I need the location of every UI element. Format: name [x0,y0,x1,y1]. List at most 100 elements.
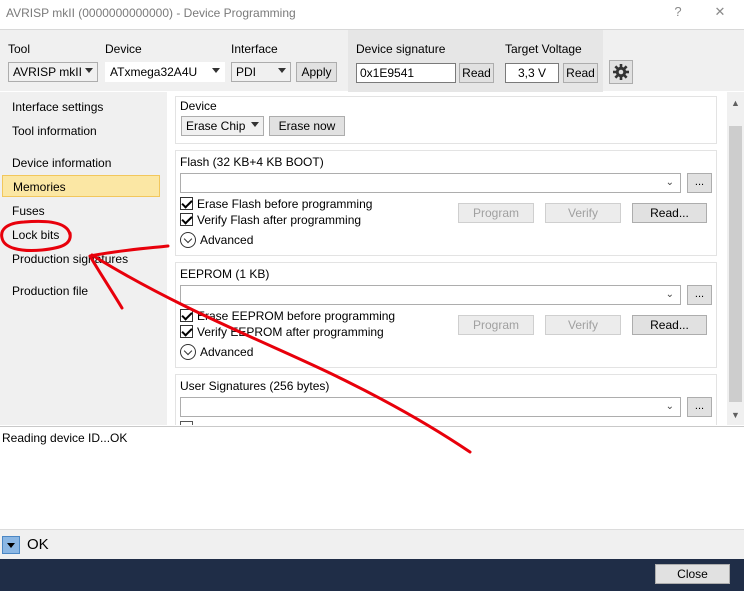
device-select[interactable]: ATxmega32A4U [105,62,225,82]
status-bar: OK [0,529,744,559]
expand-icon [180,232,196,248]
device-select-value: ATxmega32A4U [110,65,198,79]
flash-program-button[interactable]: Program [458,203,534,223]
toolbar: Tool AVRISP mkII Device ATxmega32A4U Int… [0,29,744,92]
chevron-down-icon: ⌄ [665,289,674,300]
sidebar-item-memories[interactable]: Memories [2,175,160,197]
eeprom-erase-checkbox[interactable]: Erase EEPROM before programming [180,309,395,325]
voltage-read-button[interactable]: Read [563,63,598,83]
close-window-button[interactable]: ✕ [710,4,730,22]
device-group-title: Device [180,99,217,113]
flash-advanced-toggle[interactable]: Advanced [180,232,253,250]
tool-select-value: AVRISP mkII [13,65,82,79]
sidebar-item-label: Fuses [12,204,45,218]
apply-button[interactable]: Apply [296,62,337,82]
eeprom-verify-button[interactable]: Verify [545,315,621,335]
memories-panel: Device Erase Chip Erase now Flash (32 KB… [167,92,727,425]
eeprom-browse-button[interactable]: ... [687,285,712,305]
target-voltage-field[interactable]: 3,3 V [505,63,559,83]
interface-label: Interface [231,42,278,56]
window-title: AVRISP mkII (0000000000000) - Device Pro… [6,6,296,20]
sidebar-item-lock-bits[interactable]: Lock bits [2,224,160,246]
device-signature-label: Device signature [356,42,446,56]
flash-browse-button[interactable]: ... [687,173,712,193]
checkbox-checked-icon [180,213,193,226]
close-button[interactable]: Close [655,564,730,584]
eeprom-erase-label: Erase EEPROM before programming [197,309,396,323]
flash-group-title: Flash (32 KB+4 KB BOOT) [180,155,324,169]
eeprom-group-title: EEPROM (1 KB) [180,267,270,281]
sidebar-item-production-file[interactable]: Production file [2,280,160,302]
device-group: Device Erase Chip Erase now [175,96,717,144]
signature-read-button[interactable]: Read [459,63,494,83]
log-output: Reading device ID...OK [0,426,744,528]
chevron-down-icon [251,122,259,127]
device-label: Device [105,42,142,56]
sidebar-item-device-information[interactable]: Device information [2,152,160,174]
chevron-down-icon [212,68,220,73]
sidebar-item-interface-settings[interactable]: Interface settings [2,96,160,118]
erase-mode-select[interactable]: Erase Chip [181,116,264,136]
interface-select-value: PDI [236,65,257,79]
status-expand-icon[interactable] [2,536,20,554]
flash-erase-label: Erase Flash before programming [197,197,373,211]
scrollbar-thumb[interactable] [729,126,742,402]
chevron-down-icon [85,68,93,73]
eeprom-read-button[interactable]: Read... [632,315,707,335]
flash-verify-button[interactable]: Verify [545,203,621,223]
log-text: Reading device ID...OK [2,431,128,445]
eeprom-advanced-label: Advanced [200,345,254,359]
gear-icon [613,64,629,80]
checkbox-checked-icon [180,309,193,322]
tool-label: Tool [8,42,31,56]
help-button[interactable]: ? [668,4,688,22]
tool-select[interactable]: AVRISP mkII [8,62,98,82]
flash-read-button[interactable]: Read... [632,203,707,223]
eeprom-advanced-toggle[interactable]: Advanced [180,344,253,362]
eeprom-program-button[interactable]: Program [458,315,534,335]
device-signature-field[interactable]: 0x1E9541 [356,63,456,83]
target-voltage-label: Target Voltage [505,42,582,56]
sidebar: Interface settings Tool information Devi… [0,92,167,425]
flash-group: Flash (32 KB+4 KB BOOT) ⌄ ... Erase Flas… [175,150,717,256]
checkbox-checked-icon [180,197,193,210]
scroll-down-icon[interactable]: ▼ [731,410,740,420]
partial-checkbox [180,421,193,425]
erase-now-button[interactable]: Erase now [269,116,345,136]
eeprom-file-select[interactable]: ⌄ [180,285,681,305]
settings-button[interactable] [609,60,633,84]
user-signatures-file-select[interactable]: ⌄ [180,397,681,417]
interface-select[interactable]: PDI [231,62,291,82]
dialog-footer: Close [0,559,744,591]
chevron-down-icon: ⌄ [665,177,674,188]
sidebar-item-label: Production signatures [12,252,129,266]
user-signatures-browse-button[interactable]: ... [687,397,712,417]
sidebar-item-fuses[interactable]: Fuses [2,200,160,222]
flash-file-select[interactable]: ⌄ [180,173,681,193]
erase-mode-value: Erase Chip [186,119,246,133]
checkbox-checked-icon [180,325,193,338]
eeprom-verify-label: Verify EEPROM after programming [197,325,384,339]
sidebar-item-label: Tool information [12,124,97,138]
chevron-down-icon [278,68,286,73]
sidebar-item-label: Interface settings [12,100,104,114]
flash-verify-label: Verify Flash after programming [197,213,362,227]
flash-advanced-label: Advanced [200,233,254,247]
sidebar-item-tool-information[interactable]: Tool information [2,120,160,142]
eeprom-group: EEPROM (1 KB) ⌄ ... Erase EEPROM before … [175,262,717,368]
content-scrollbar[interactable]: ▲ ▼ [727,92,744,425]
user-signatures-title: User Signatures (256 bytes) [180,379,330,393]
flash-verify-checkbox[interactable]: Verify Flash after programming [180,213,361,229]
sidebar-item-production-signatures[interactable]: Production signatures [2,248,160,270]
user-signatures-group: User Signatures (256 bytes) ⌄ ... [175,374,717,425]
sidebar-item-label: Memories [13,180,66,194]
expand-icon [180,344,196,360]
title-bar: AVRISP mkII (0000000000000) - Device Pro… [0,0,744,28]
flash-erase-checkbox[interactable]: Erase Flash before programming [180,197,372,213]
sidebar-item-label: Production file [12,284,89,298]
eeprom-verify-checkbox[interactable]: Verify EEPROM after programming [180,325,384,341]
sidebar-item-label: Lock bits [12,228,60,242]
scroll-up-icon[interactable]: ▲ [731,98,740,108]
chevron-down-icon: ⌄ [665,401,674,412]
sidebar-item-label: Device information [12,156,112,170]
